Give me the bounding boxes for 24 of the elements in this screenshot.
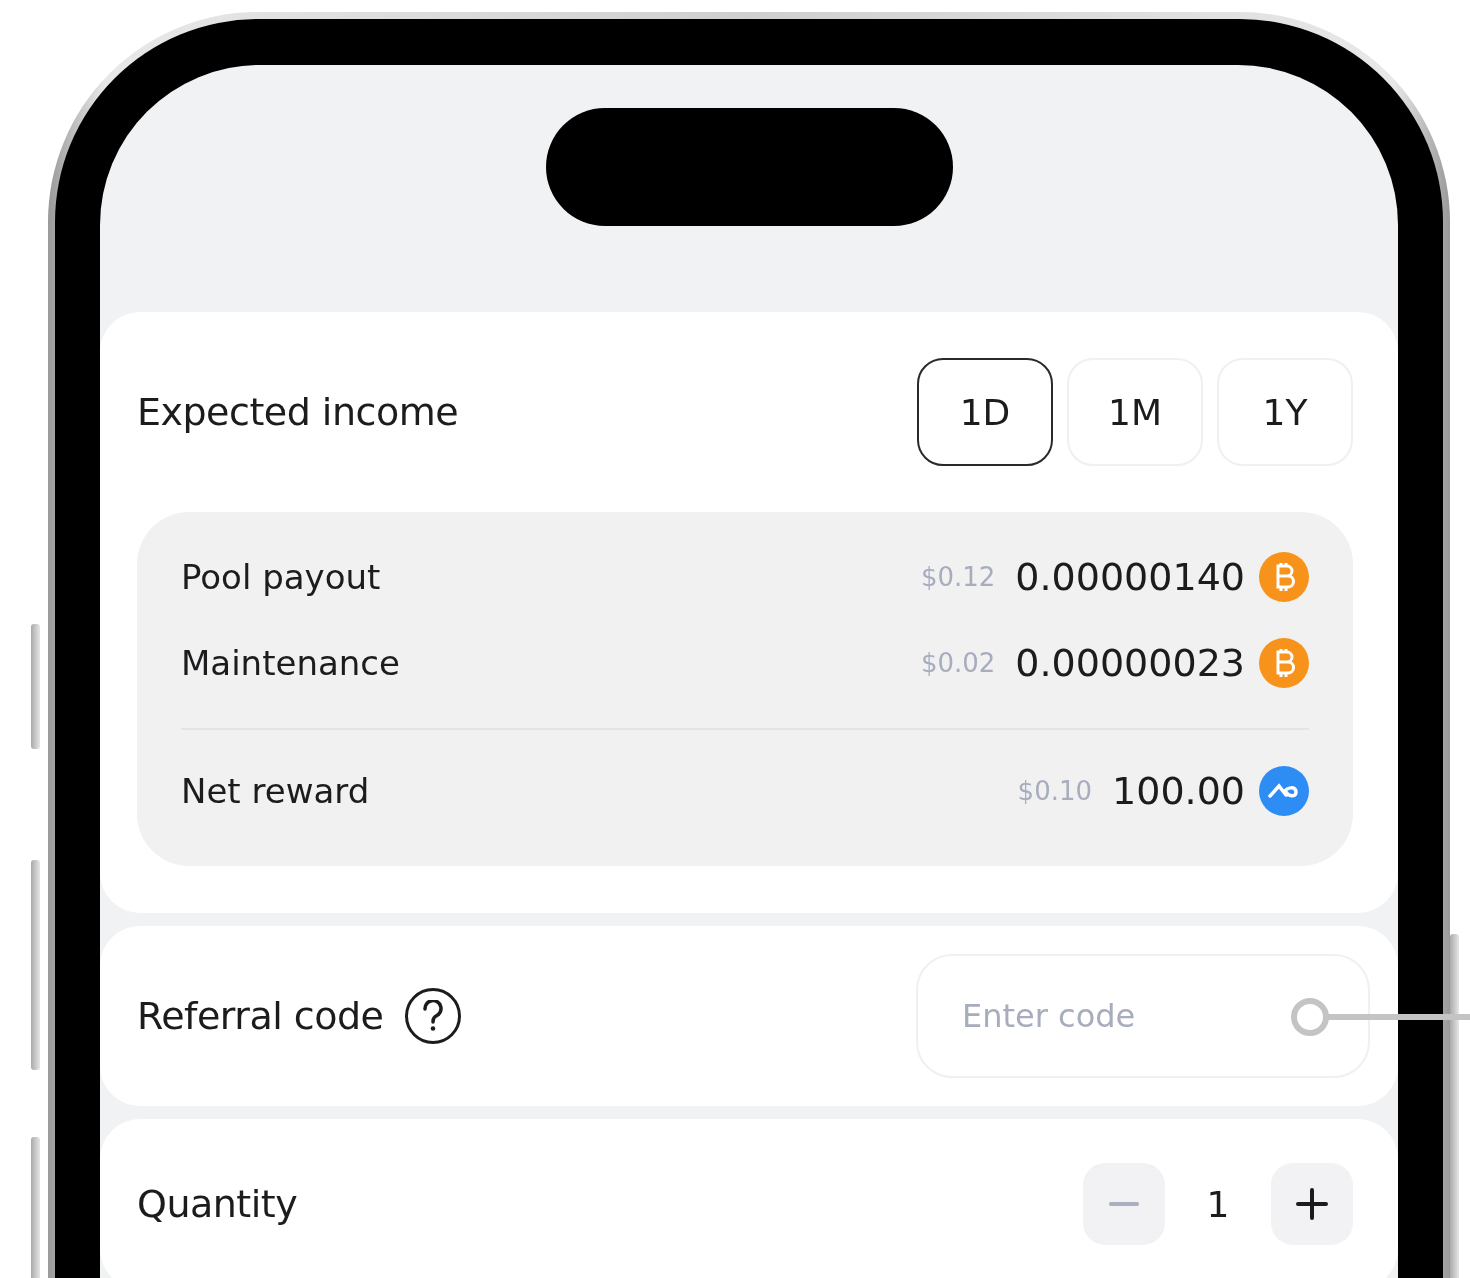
- row-label: Net reward: [181, 771, 370, 811]
- coin-amount: 100.00: [1112, 769, 1245, 813]
- section-title: Referral code: [137, 994, 384, 1038]
- fiat-value: $0.02: [920, 648, 996, 678]
- referral-code-field[interactable]: Enter code: [916, 954, 1370, 1078]
- coin-amount: 0.00000140: [1015, 555, 1245, 599]
- token-icon: [1259, 766, 1309, 816]
- coin-amount: 0.00000023: [1015, 641, 1245, 685]
- period-tab[interactable]: 1M: [1067, 358, 1203, 466]
- bitcoin-icon: [1259, 552, 1309, 602]
- fiat-value: $0.12: [920, 562, 996, 592]
- minus-icon: [1109, 1202, 1139, 1206]
- quantity-value: 1: [1205, 1183, 1231, 1225]
- row-label: Pool payout: [181, 557, 381, 597]
- increase-button[interactable]: [1271, 1163, 1353, 1245]
- plus-icon: [1296, 1188, 1328, 1220]
- period-tab[interactable]: 1Y: [1217, 358, 1353, 466]
- section-title: Expected income: [137, 390, 459, 434]
- section-title: Quantity: [137, 1182, 298, 1226]
- fiat-value: $0.10: [1017, 776, 1093, 806]
- bitcoin-icon: [1259, 638, 1309, 688]
- period-tab[interactable]: 1D: [917, 358, 1053, 466]
- question-mark-icon: [422, 1000, 445, 1032]
- row-label: Maintenance: [181, 643, 400, 683]
